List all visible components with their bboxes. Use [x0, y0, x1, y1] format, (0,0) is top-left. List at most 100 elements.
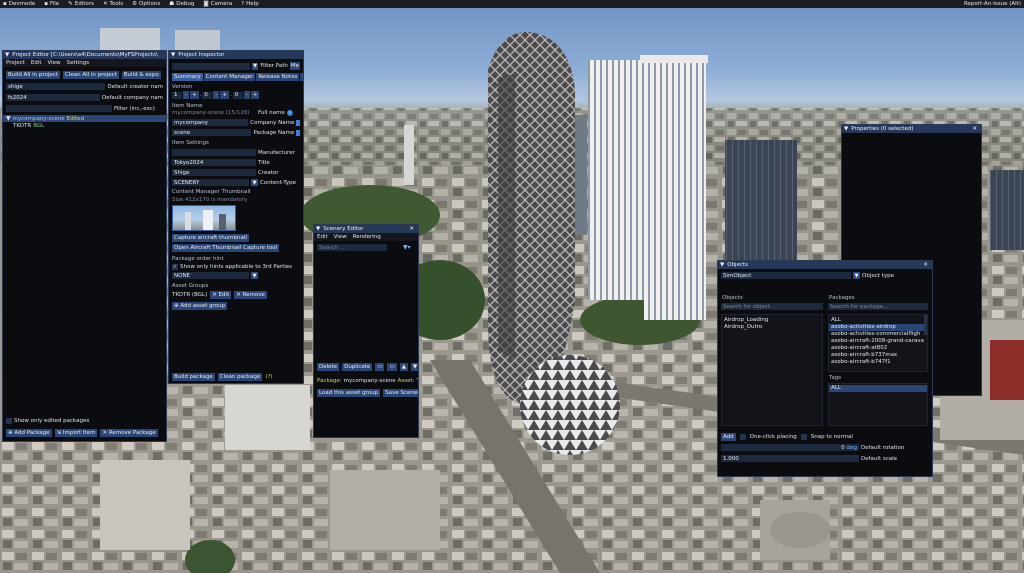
objects-titlebar[interactable]: ▼ Objects ✕ [718, 261, 932, 269]
tags-list[interactable]: ALL [828, 383, 928, 426]
filter-icon[interactable]: ▼▾ [403, 244, 411, 251]
tree-package-row[interactable]: ▼ mycompany-scene Edited [3, 115, 166, 122]
build-export-button[interactable]: Build & expo [121, 71, 161, 79]
add-object-button[interactable]: Add [721, 433, 736, 441]
menu-view[interactable]: View [47, 60, 60, 66]
show-edited-row[interactable]: Show only edited packages [6, 418, 89, 424]
menu-view[interactable]: View [334, 234, 347, 240]
company-field[interactable]: mycompany [172, 119, 249, 126]
menu-camera[interactable]: ◙ Camera [203, 1, 232, 7]
company-name-field[interactable]: fs2024 [6, 94, 100, 101]
move-up-icon[interactable]: ▲ [399, 363, 408, 371]
content-type-dropdown-icon[interactable]: ▼ [251, 179, 258, 186]
show-edited-checkbox[interactable] [6, 418, 12, 424]
folder-open-icon[interactable]: ▭ [387, 363, 397, 371]
add-asset-group-button[interactable]: ⊕ Add asset group [172, 302, 228, 310]
properties-titlebar[interactable]: ▼ Properties (0 selected) ✕ [842, 125, 981, 133]
collapse-icon[interactable]: ▼ [171, 52, 175, 58]
list-item[interactable]: Airdrop_Loading [722, 317, 822, 324]
menu-tools[interactable]: ✕ Tools [103, 1, 123, 7]
list-item[interactable]: ALL [829, 317, 927, 324]
list-item[interactable]: asobo-aircraft-b737max [829, 352, 927, 359]
collapse-icon[interactable]: ▼ [844, 126, 848, 132]
report-issue-link[interactable]: Report-An-Issue (Alt) [964, 1, 1021, 7]
menu-edit[interactable]: Edit [317, 234, 328, 240]
version-minor-dec[interactable]: - [213, 91, 220, 99]
list-item[interactable]: asobo-aircraft-at802 [829, 345, 927, 352]
version-patch-dec[interactable]: - [243, 91, 250, 99]
clean-package-button[interactable]: Clean package [217, 373, 263, 381]
version-minor[interactable]: 0 [202, 91, 213, 99]
add-package-button[interactable]: ⊕ Add Package [6, 429, 52, 437]
build-all-button[interactable]: Build All in project [6, 71, 60, 79]
object-type-dropdown-icon[interactable]: ▼ [853, 272, 860, 279]
scenery-object-list[interactable] [317, 255, 415, 355]
packages-scrollbar[interactable] [924, 315, 927, 335]
order-hint-dropdown-icon[interactable]: ▼ [251, 272, 258, 279]
filter-extra-button[interactable]: Me [289, 62, 300, 70]
list-item-selected[interactable]: ALL [829, 385, 927, 392]
creator-name-field[interactable]: shige [6, 83, 106, 90]
menu-options[interactable]: ⚙ Options [132, 1, 160, 7]
remove-asset-group-button[interactable]: ✕ Remove [234, 291, 267, 299]
menu-editors[interactable]: ✎ Editors [68, 1, 94, 7]
edit-asset-group-button[interactable]: ✕ Edit [210, 291, 232, 299]
menu-settings[interactable]: Settings [67, 60, 90, 66]
version-patch[interactable]: 0 [232, 91, 243, 99]
package-field[interactable]: scene [172, 129, 252, 136]
tab-release-notes[interactable]: Release Notes [256, 73, 300, 81]
menu-edit[interactable]: Edit [31, 60, 42, 66]
title-field[interactable]: Tokyo2024 [172, 159, 256, 166]
import-item-button[interactable]: ⇲ Import Item [54, 429, 98, 437]
collapse-icon[interactable]: ▼ [316, 226, 320, 232]
menu-project[interactable]: Project [6, 60, 25, 66]
default-scale-field[interactable]: 1.000 [721, 455, 859, 462]
version-major-dec[interactable]: - [183, 91, 189, 99]
load-asset-group-button[interactable]: Load this asset group [317, 389, 381, 397]
manufacturer-field[interactable] [172, 149, 256, 156]
capture-thumbnail-button[interactable]: Capture aircraft thumbnail [172, 234, 249, 242]
duplicate-button[interactable]: Duplicate [342, 363, 373, 371]
project-inspector-titlebar[interactable]: ▼ Project Inspector [169, 51, 303, 59]
creator-field[interactable]: Shige [172, 169, 256, 176]
menu-devmode[interactable]: ▪ Devmode [3, 1, 35, 7]
scenery-editor-titlebar[interactable]: ▼ Scenery Editor ✕ [314, 225, 418, 233]
object-type-select[interactable]: SimObject [721, 272, 851, 279]
menu-file[interactable]: ▪ File [44, 1, 59, 7]
menu-rendering[interactable]: Rendering [353, 234, 381, 240]
close-icon[interactable]: ✕ [921, 262, 930, 268]
collapse-icon[interactable]: ▼ [720, 262, 724, 268]
save-scenery-button[interactable]: Save Scenery [383, 389, 418, 397]
scenery-search-input[interactable]: Search ... [317, 244, 387, 251]
filter-dropdown-icon[interactable]: ▼ [251, 62, 259, 70]
remove-package-button[interactable]: ✕ Remove Package [100, 429, 158, 437]
project-editor-titlebar[interactable]: ▼ Project Editor [C:\Users\a4\Documents\… [3, 51, 166, 59]
menu-debug[interactable]: ☗ Debug [169, 1, 194, 7]
packages-list[interactable]: ALL asobo-activities-airdrop asobo-activ… [828, 314, 928, 372]
tab-summary[interactable]: Summary [172, 73, 203, 81]
one-click-placing-checkbox[interactable] [739, 434, 746, 440]
version-minor-inc[interactable]: + [220, 91, 229, 99]
tab-content-manager[interactable]: Content Manager [203, 73, 256, 81]
version-major-inc[interactable]: + [190, 91, 199, 99]
order-hint-select[interactable]: NONE [172, 272, 249, 279]
filter-field[interactable] [6, 105, 112, 112]
tree-asset-row[interactable]: TKOTR BGL [3, 122, 166, 129]
package-search-input[interactable]: Search for package... [828, 303, 928, 310]
objects-list[interactable]: Airdrop_Loading Airdrop_Outro [721, 314, 823, 426]
list-item[interactable]: Airdrop_Outro [722, 324, 822, 331]
tab-gl[interactable]: Gl [300, 73, 303, 81]
build-package-button[interactable]: Build package [172, 373, 215, 381]
snap-to-normal-checkbox[interactable] [800, 434, 807, 440]
filter-path-field[interactable] [172, 62, 250, 70]
delete-button[interactable]: Delete [317, 363, 340, 371]
show-hints-checkbox[interactable]: ✓ [172, 264, 178, 270]
list-item-selected[interactable]: asobo-activities-airdrop [829, 324, 927, 331]
content-type-select[interactable]: SCENERY [172, 179, 249, 186]
close-icon[interactable]: ✕ [970, 126, 979, 132]
version-patch-inc[interactable]: + [250, 91, 260, 99]
menu-help[interactable]: ? Help [241, 1, 258, 7]
list-item[interactable]: asobo-aircraft-b747f1 [829, 359, 927, 366]
list-item[interactable]: asobo-activities-commercialfligh [829, 331, 927, 338]
list-item[interactable]: asobo-aircraft-2008-grand-carava [829, 338, 927, 345]
